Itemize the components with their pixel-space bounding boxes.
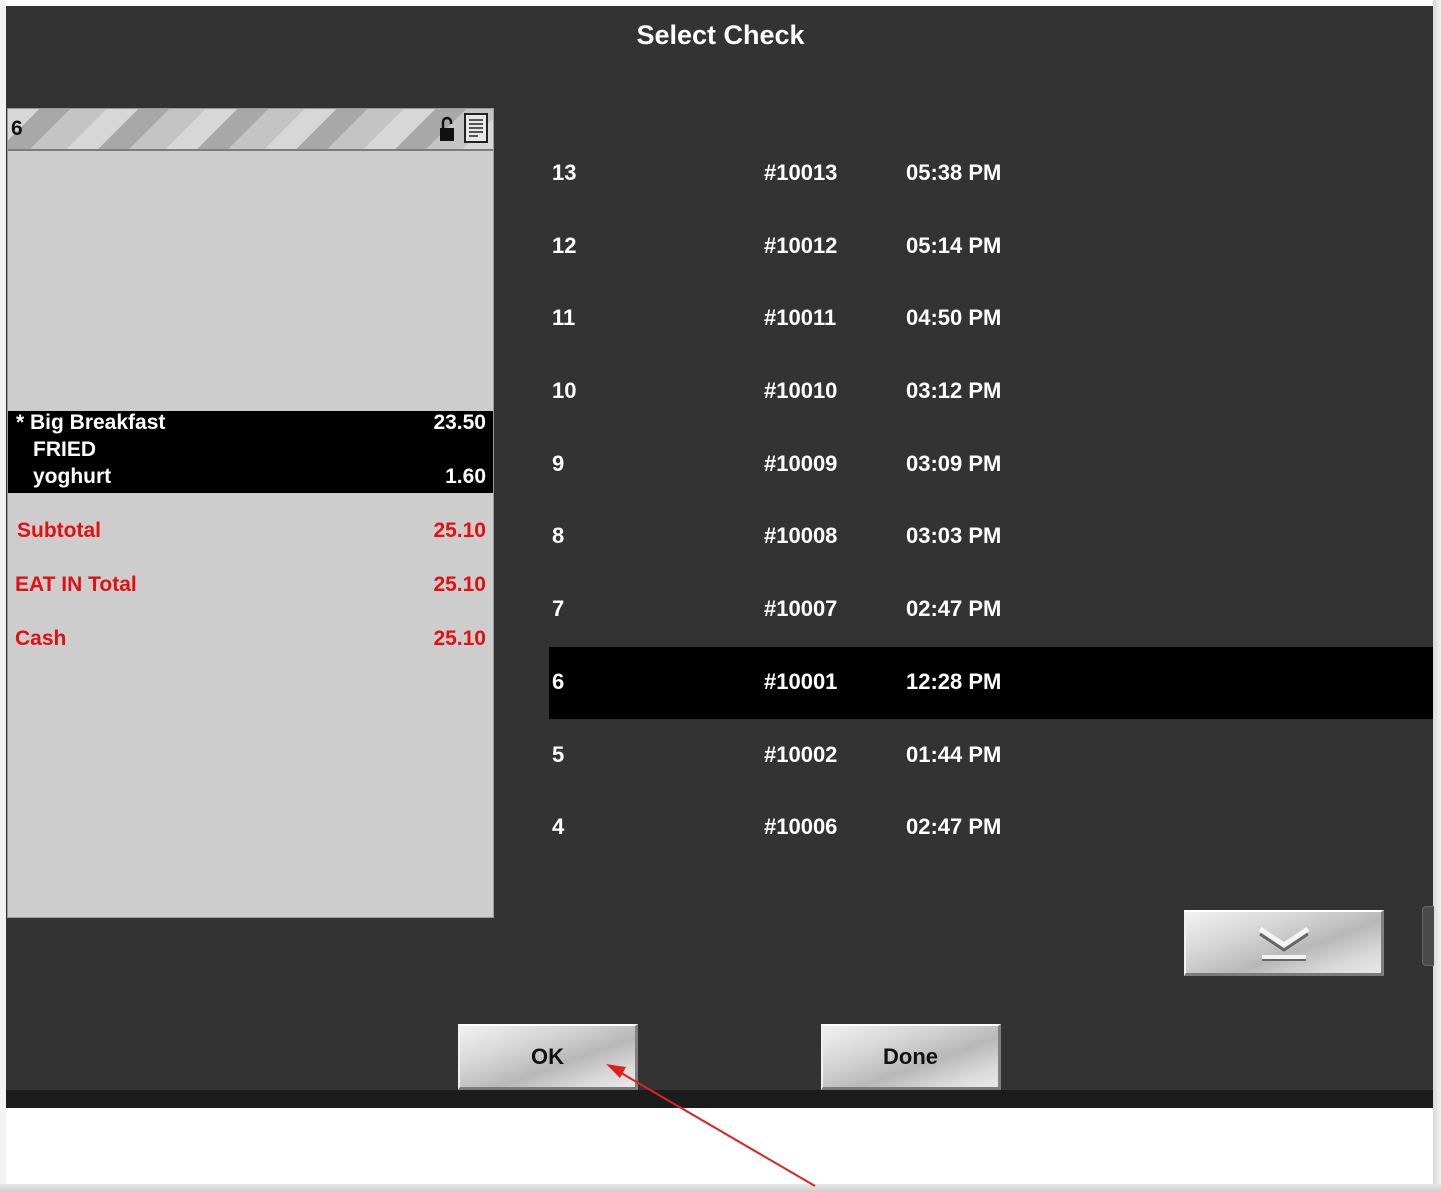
check-row[interactable]: 11 #10011 04:50 PM [549, 283, 1433, 355]
order-item-name: yoghurt [33, 465, 112, 488]
ok-button[interactable]: OK [458, 1024, 638, 1090]
check-preview-header: 6 [8, 109, 493, 151]
check-table-number: 7 [552, 596, 565, 621]
screenshot-frame-right [1433, 0, 1441, 1192]
check-id: #10012 [764, 233, 838, 258]
check-id: #10002 [764, 742, 838, 767]
check-row[interactable]: 13 #10013 05:38 PM [549, 138, 1433, 210]
total-amount: 25.10 [433, 519, 486, 542]
check-time: 02:47 PM [906, 596, 1002, 621]
total-label: EAT IN Total [15, 573, 137, 596]
check-time: 04:50 PM [906, 305, 1002, 330]
bottom-bar [6, 1090, 1433, 1108]
check-id: #10013 [764, 160, 838, 185]
check-row[interactable]: 5 #10002 01:44 PM [549, 720, 1433, 792]
total-amount: 25.10 [433, 627, 486, 650]
check-id: #10006 [764, 814, 838, 839]
check-table-number: 5 [552, 742, 565, 767]
check-time: 12:28 PM [906, 669, 1002, 694]
check-id: #10009 [764, 451, 838, 476]
side-panel-tab[interactable] [1422, 906, 1434, 966]
check-table-number: 8 [552, 523, 565, 548]
check-table-number: 6 [552, 669, 565, 694]
dialog-title: Select Check [636, 20, 805, 50]
chevron-down-icon [1258, 926, 1309, 961]
check-time: 03:03 PM [906, 523, 1002, 548]
order-item-name: * Big Breakfast [16, 411, 166, 434]
check-row[interactable]: 4 #10006 02:47 PM [549, 792, 1433, 864]
check-table-number: 13 [552, 160, 577, 185]
check-time: 05:38 PM [906, 160, 1002, 185]
order-items: * Big Breakfast 23.50 FRIED yoghurt 1.60 [8, 411, 493, 493]
screenshot-frame-bottom [0, 1184, 1441, 1192]
order-item[interactable]: * Big Breakfast 23.50 [8, 411, 493, 437]
check-table-number: 10 [552, 378, 577, 403]
check-row[interactable]: 9 #10009 03:09 PM [549, 429, 1433, 501]
check-time: 03:09 PM [906, 451, 1002, 476]
check-preview-number: 6 [11, 117, 23, 140]
check-time: 02:47 PM [906, 814, 1002, 839]
subtotal-line: Subtotal 25.10 [8, 519, 493, 547]
check-row[interactable]: 8 #10008 03:03 PM [549, 501, 1433, 573]
check-row[interactable]: 7 #10007 02:47 PM [549, 574, 1433, 646]
order-item-price: 1.60 [445, 465, 486, 488]
scroll-down-button[interactable] [1184, 910, 1384, 976]
receipt-icon[interactable] [464, 113, 488, 143]
check-row[interactable]: 12 #10012 05:14 PM [549, 211, 1433, 283]
check-table-number: 12 [552, 233, 577, 258]
check-time: 03:12 PM [906, 378, 1002, 403]
total-amount: 25.10 [433, 573, 486, 596]
check-preview-panel: 6 * Big Breakfast 23.50 FRIED yoghurt 1.… [7, 108, 494, 918]
order-item-name: FRIED [33, 438, 96, 461]
check-id: #10008 [764, 523, 838, 548]
check-id: #10010 [764, 378, 838, 403]
check-row-selected[interactable]: 6 #10001 12:28 PM [549, 647, 1433, 719]
check-time: 01:44 PM [906, 742, 1002, 767]
order-item-modifier[interactable]: FRIED [8, 438, 493, 464]
unlocked-padlock-icon[interactable] [438, 115, 456, 143]
order-item[interactable]: yoghurt 1.60 [8, 465, 493, 491]
order-item-price: 23.50 [433, 411, 486, 434]
check-id: #10001 [764, 669, 838, 694]
check-id: #10011 [764, 305, 837, 330]
done-button[interactable]: Done [821, 1024, 1001, 1090]
check-table-number: 4 [552, 814, 565, 839]
check-time: 05:14 PM [906, 233, 1002, 258]
total-label: Subtotal [17, 519, 101, 542]
check-table-number: 11 [552, 305, 576, 330]
total-label: Cash [15, 627, 67, 650]
check-row[interactable]: 10 #10010 03:12 PM [549, 356, 1433, 428]
check-table-number: 9 [552, 451, 565, 476]
cash-line: Cash 25.10 [8, 627, 493, 655]
check-id: #10007 [764, 596, 838, 621]
eat-in-total-line: EAT IN Total 25.10 [8, 573, 493, 601]
